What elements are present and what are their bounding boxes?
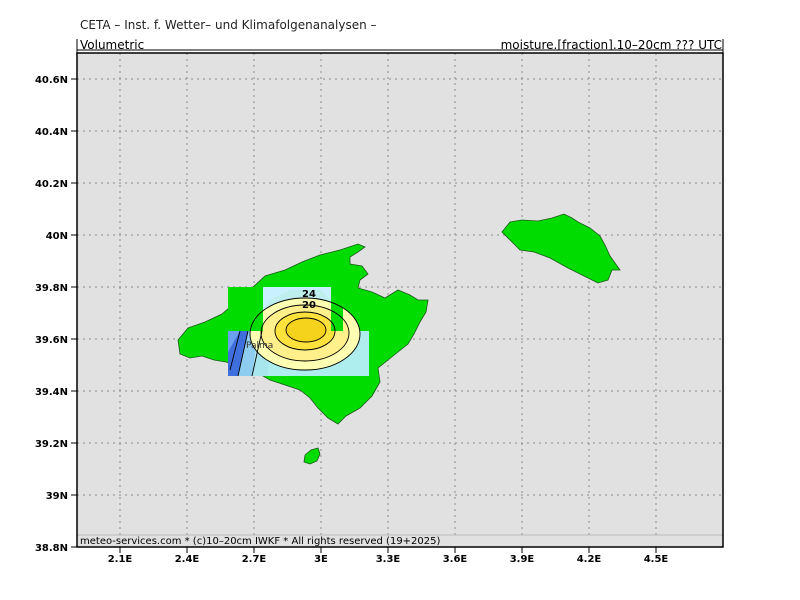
- contour-label-20: 20: [302, 300, 316, 311]
- lat-label-39-4n: 39.4N: [35, 387, 68, 398]
- lat-label-39-8n: 39.8N: [35, 283, 68, 294]
- lon-label-3-9e: 3.9E: [510, 554, 535, 565]
- lat-label-38-8n: 38.8N: [35, 543, 68, 554]
- copyright-footer: meteo-services.com * (c)10–20cm IWKF * A…: [80, 536, 441, 547]
- lat-label-39n: 39N: [46, 491, 68, 502]
- lon-label-2-4e: 2.4E: [175, 554, 200, 565]
- lat-label-40-4n: 40.4N: [35, 127, 68, 138]
- map-canvas: 24 20 Palma meteo-services.com * (c)10–2…: [35, 39, 724, 565]
- lon-label-3e: 3E: [314, 554, 328, 565]
- place-label-palma: Palma: [246, 341, 273, 351]
- lon-label-3-3e: 3.3E: [376, 554, 401, 565]
- lat-label-40n: 40N: [46, 231, 68, 242]
- contour-label-24: 24: [302, 289, 316, 300]
- lat-label-39-6n: 39.6N: [35, 335, 68, 346]
- lat-label-40-6n: 40.6N: [35, 75, 68, 86]
- lat-label-40-2n: 40.2N: [35, 179, 68, 190]
- lon-label-4-2e: 4.2E: [577, 554, 602, 565]
- lon-label-4-5e: 4.5E: [644, 554, 669, 565]
- lat-label-39-2n: 39.2N: [35, 439, 68, 450]
- lon-label-2-1e: 2.1E: [108, 554, 133, 565]
- lon-label-3-6e: 3.6E: [443, 554, 468, 565]
- lon-label-2-7e: 2.7E: [242, 554, 267, 565]
